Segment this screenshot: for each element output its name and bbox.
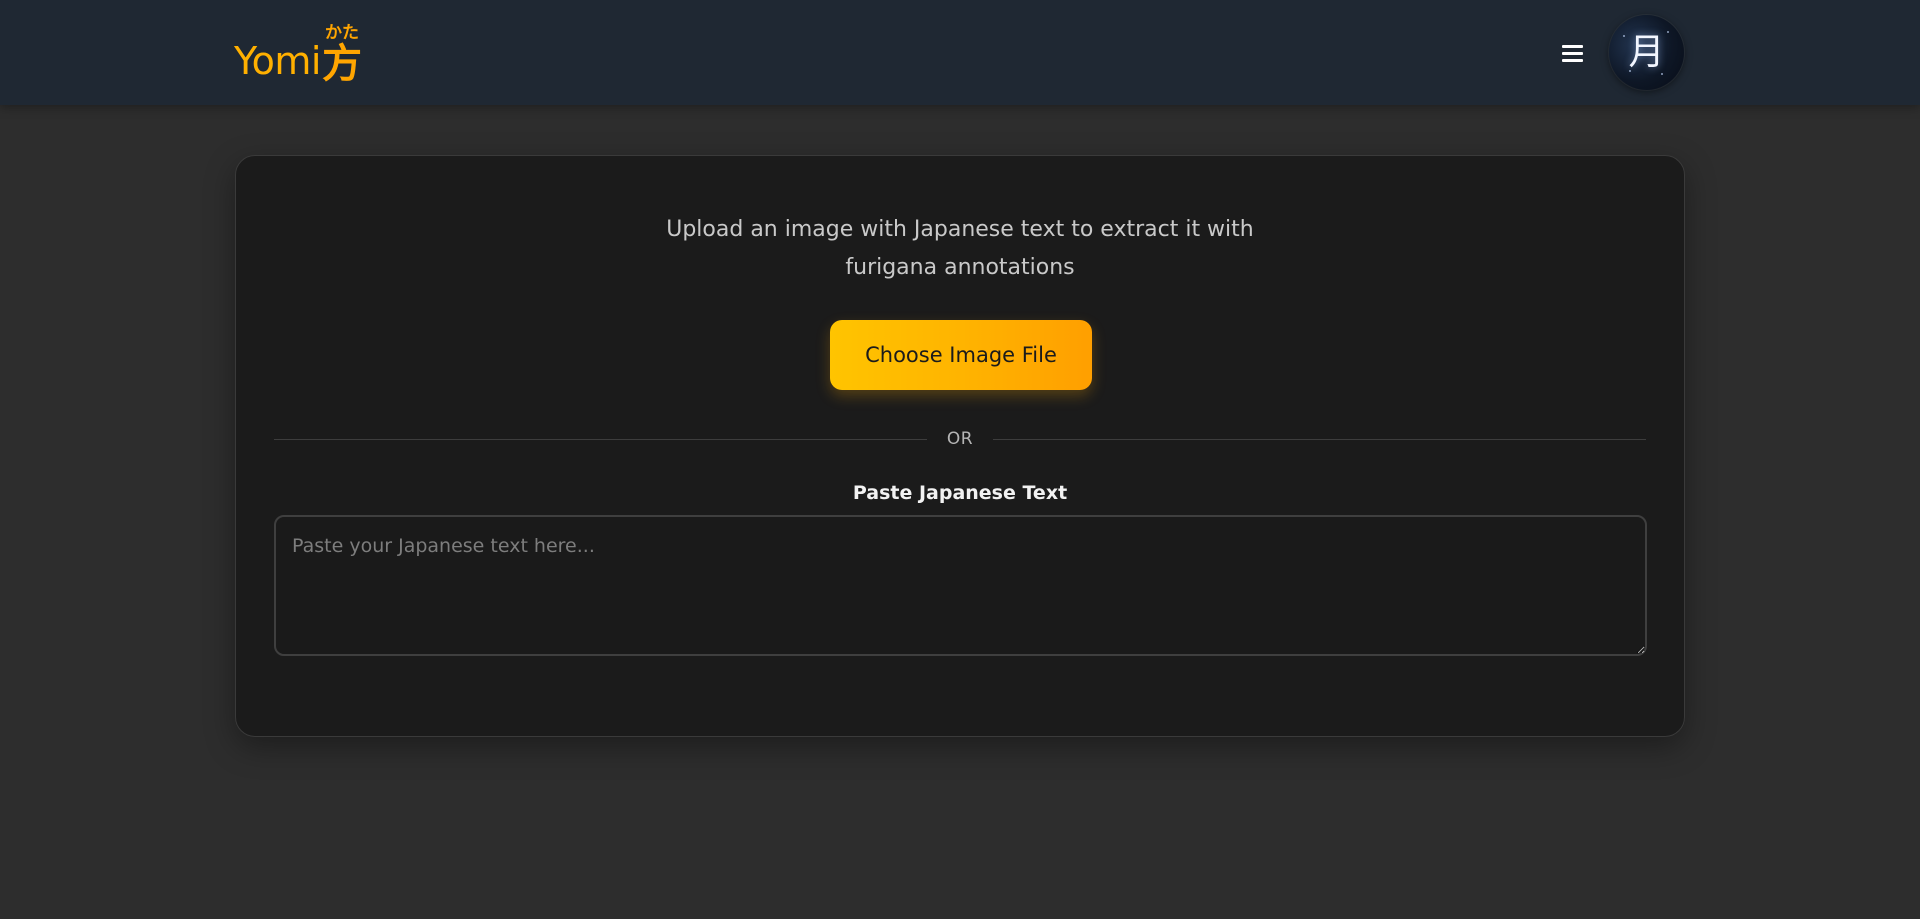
divider-line-left (274, 438, 927, 440)
app-logo[interactable]: Yomi かた 方 (234, 20, 362, 87)
intro-container: Upload an image with Japanese text to ex… (236, 211, 1684, 287)
menu-bar (1561, 58, 1583, 62)
japanese-text-input[interactable] (274, 515, 1647, 656)
menu-bar (1561, 44, 1583, 48)
avatar-moon-kanji: 月 (1628, 31, 1665, 73)
avatar-star-decoration (1629, 70, 1631, 72)
avatar-star-decoration (1667, 31, 1669, 33)
hamburger-menu-icon[interactable] (1557, 38, 1587, 68)
logo-furigana: かた (325, 23, 359, 43)
logo-kanji: 方 (322, 41, 362, 87)
intro-description: Upload an image with Japanese text to ex… (666, 217, 1254, 280)
menu-bar (1561, 51, 1583, 55)
avatar-star-decoration (1623, 35, 1625, 37)
divider-label: OR (946, 429, 974, 449)
choose-image-file-button[interactable]: Choose Image File (830, 320, 1092, 390)
user-avatar[interactable]: 月 (1609, 15, 1684, 90)
divider-line-right (993, 438, 1647, 440)
paste-text-label: Paste Japanese Text (852, 482, 1068, 504)
logo-ruby: かた 方 (322, 23, 362, 87)
top-navbar: Yomi かた 方 月 (0, 0, 1920, 105)
input-card: Upload an image with Japanese text to ex… (235, 155, 1685, 737)
avatar-star-decoration (1661, 73, 1663, 75)
or-divider: OR (274, 429, 1647, 449)
logo-text: Yomi (234, 39, 322, 83)
